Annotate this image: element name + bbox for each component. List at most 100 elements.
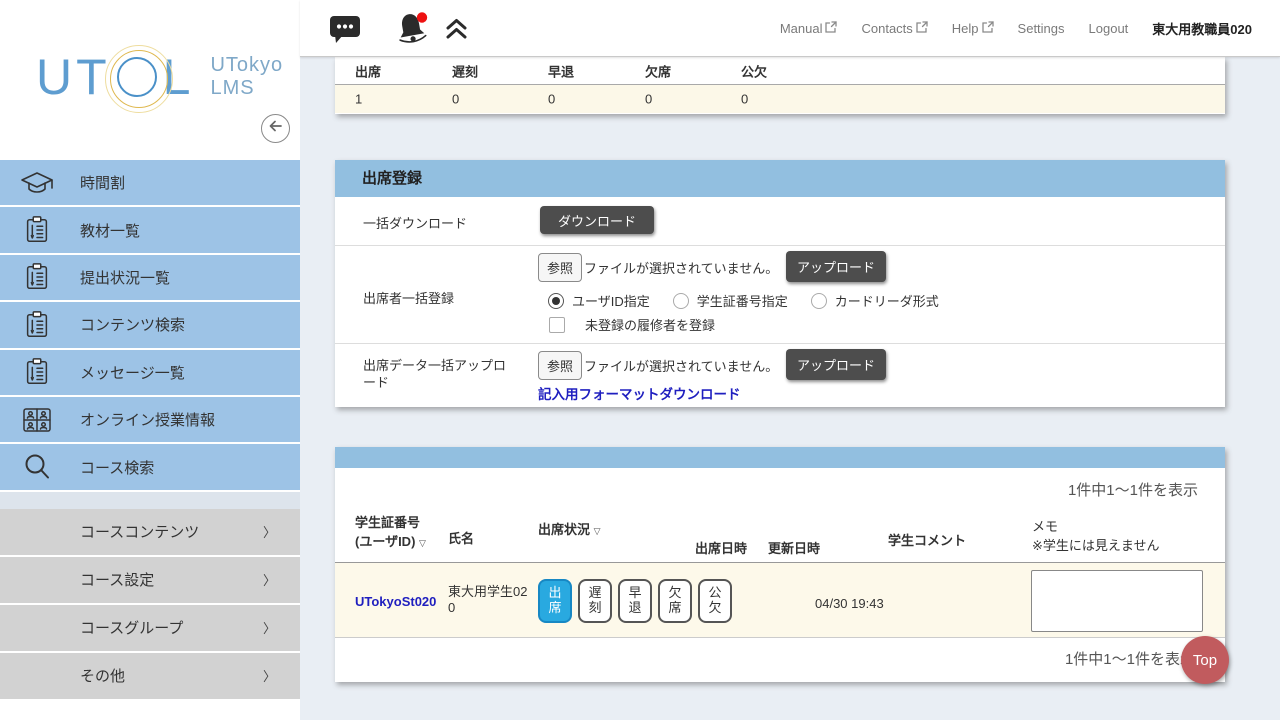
- sidebar-item-messages[interactable]: メッセージ一覧: [0, 350, 300, 397]
- status-button-absent[interactable]: 欠席: [658, 579, 692, 623]
- summary-value-absent: 0: [645, 92, 652, 107]
- sidebar-item-course-contents[interactable]: コースコンテンツ 〉: [0, 509, 300, 557]
- bulk-register-row: 出席者一括登録 参照 ファイルが選択されていません。 アップロード ユーザID指…: [335, 246, 1225, 344]
- summary-value-excused: 0: [741, 92, 748, 107]
- attendance-register-panel: 出席登録 一括ダウンロード ダウンロード 出席者一括登録 参照 ファイルが選択さ…: [335, 160, 1225, 407]
- sidebar-item-label: 教材一覧: [80, 220, 140, 241]
- summary-header-excused: 公欠: [741, 61, 767, 80]
- status-button-early-leave[interactable]: 早退: [618, 579, 652, 623]
- sidebar-item-label: コースコンテンツ: [80, 521, 199, 542]
- logo-subtitle-line2: LMS: [210, 77, 283, 100]
- register-unregistered-checkbox[interactable]: [549, 317, 565, 333]
- attendance-summary-table: 出席 遅刻 早退 欠席 公欠 1 0 0 0 0: [335, 57, 1225, 114]
- logo-subtitle: UTokyo LMS: [210, 54, 283, 100]
- column-header-status[interactable]: 出席状況 ▽: [538, 519, 601, 538]
- sidebar-main-menu: 時間割 教材一覧 提出状況一覧 コンテンツ検索: [0, 160, 300, 492]
- collapse-header-icon[interactable]: [444, 17, 469, 46]
- data-upload-row: 出席データ一括アップロード 参照 ファイルが選択されていません。 アップロード …: [335, 344, 1225, 407]
- sidebar-item-label: 時間割: [80, 172, 125, 193]
- sidebar-item-course-settings[interactable]: コース設定 〉: [0, 557, 300, 605]
- chevron-right-icon: 〉: [263, 570, 276, 589]
- column-header-updated-datetime: 更新日時: [768, 538, 820, 557]
- memo-header-line2: ※学生には見えません: [1032, 538, 1160, 553]
- sidebar-item-label: コンテンツ検索: [80, 314, 185, 335]
- status-button-present[interactable]: 出席: [538, 579, 572, 623]
- column-header-attendance-datetime: 出席日時: [695, 538, 747, 557]
- table-header-bar: [335, 447, 1225, 468]
- sidebar-item-timetable[interactable]: 時間割: [0, 160, 300, 207]
- contacts-link[interactable]: Contacts: [861, 21, 927, 36]
- radio-student-card-number[interactable]: [673, 293, 689, 309]
- student-id-link[interactable]: UTokyoSt020: [355, 594, 436, 609]
- student-id-header-line1: 学生証番号: [355, 515, 420, 530]
- sidebar-item-label: オンライン授業情報: [80, 409, 215, 430]
- memo-textarea[interactable]: [1031, 570, 1203, 632]
- sidebar-item-content-search[interactable]: コンテンツ検索: [0, 302, 300, 349]
- status-button-late[interactable]: 遅刻: [578, 579, 612, 623]
- bulk-download-row: 一括ダウンロード ダウンロード: [335, 197, 1225, 246]
- sidebar-item-label: 提出状況一覧: [80, 267, 170, 288]
- student-name: 東大用学生020: [448, 584, 532, 617]
- messages-icon[interactable]: [328, 13, 362, 50]
- search-icon: [20, 452, 54, 482]
- student-attendance-panel: 1件中1〜1件を表示 学生証番号 (ユーザID) ▽ 氏名 出席状況 ▽ 出席日…: [335, 447, 1225, 682]
- sidebar-item-label: コースグループ: [80, 617, 183, 638]
- chevron-right-icon: 〉: [263, 522, 276, 541]
- back-arrow-icon: [267, 117, 285, 140]
- logo-area: UTL UTokyo LMS: [0, 0, 300, 160]
- result-count-top: 1件中1〜1件を表示: [1068, 479, 1198, 500]
- summary-header-early-leave: 早退: [548, 61, 574, 80]
- sidebar-item-materials[interactable]: 教材一覧: [0, 207, 300, 254]
- sidebar-item-label: メッセージ一覧: [80, 362, 185, 383]
- status-button-excused[interactable]: 公欠: [698, 579, 732, 623]
- upload-button[interactable]: アップロード: [786, 349, 886, 380]
- register-unregistered-row: 未登録の履修者を登録: [549, 315, 715, 334]
- browse-button[interactable]: 参照: [538, 253, 582, 282]
- data-upload-label: 出席データ一括アップロード: [363, 358, 513, 392]
- contacts-link-label: Contacts: [861, 21, 912, 36]
- browse-button[interactable]: 参照: [538, 351, 582, 380]
- chevron-right-icon: 〉: [263, 618, 276, 637]
- chevron-right-icon: 〉: [263, 666, 276, 685]
- app-root: UTL UTokyo LMS 時間割: [0, 0, 1280, 720]
- sidebar-item-others[interactable]: その他 〉: [0, 653, 300, 701]
- bulk-download-label: 一括ダウンロード: [363, 213, 467, 232]
- sidebar-divider: [0, 492, 300, 509]
- radio-card-reader-format[interactable]: [811, 293, 827, 309]
- upload-button[interactable]: アップロード: [786, 251, 886, 282]
- summary-header-absent: 欠席: [645, 61, 671, 80]
- logout-link[interactable]: Logout: [1089, 21, 1129, 36]
- column-header-student-id[interactable]: 学生証番号 (ユーザID) ▽: [355, 512, 426, 550]
- radio-student-card-number-label: 学生証番号指定: [697, 291, 788, 310]
- sidebar: UTL UTokyo LMS 時間割: [0, 0, 300, 720]
- notifications-bell-icon[interactable]: [394, 11, 432, 52]
- sidebar-item-submission-status[interactable]: 提出状況一覧: [0, 255, 300, 302]
- id-type-radio-group: ユーザID指定 学生証番号指定 カードリーダ形式: [538, 291, 962, 310]
- radio-user-id[interactable]: [548, 293, 564, 309]
- scroll-to-top-button[interactable]: Top: [1181, 636, 1229, 684]
- student-id-header-line2: (ユーザID): [355, 534, 415, 549]
- logo-letter-u: U: [36, 48, 76, 106]
- download-button[interactable]: ダウンロード: [540, 206, 654, 234]
- no-file-selected-text: ファイルが選択されていません。: [584, 258, 778, 277]
- radio-card-reader-format-label: カードリーダ形式: [835, 291, 939, 310]
- sidebar-item-label: コース設定: [80, 569, 154, 590]
- utol-logo: UTL UTokyo LMS: [36, 48, 283, 106]
- sidebar-item-course-search[interactable]: コース検索: [0, 444, 300, 491]
- help-link[interactable]: Help: [952, 21, 994, 36]
- sidebar-item-online-class-info[interactable]: オンライン授業情報: [0, 397, 300, 444]
- manual-link[interactable]: Manual: [780, 21, 838, 36]
- format-download-link[interactable]: 記入用フォーマットダウンロード: [538, 383, 741, 403]
- sidebar-collapse-button[interactable]: [261, 114, 290, 143]
- topbar: Manual Contacts Help Settings Logout 東: [300, 0, 1280, 57]
- summary-value-early-leave: 0: [548, 92, 555, 107]
- summary-values-row: 1 0 0 0 0: [335, 85, 1225, 113]
- sort-indicator-icon: ▽: [419, 538, 426, 548]
- settings-link[interactable]: Settings: [1018, 21, 1065, 36]
- sidebar-item-course-group[interactable]: コースグループ 〉: [0, 605, 300, 653]
- column-header-memo: メモ ※学生には見えません: [1032, 518, 1160, 556]
- student-row: UTokyoSt020 東大用学生020 出席 遅刻 早退 欠席 公欠 04/3…: [335, 562, 1225, 638]
- section-title: 出席登録: [335, 160, 1225, 197]
- message-list-icon: [20, 357, 54, 387]
- manual-link-label: Manual: [780, 21, 823, 36]
